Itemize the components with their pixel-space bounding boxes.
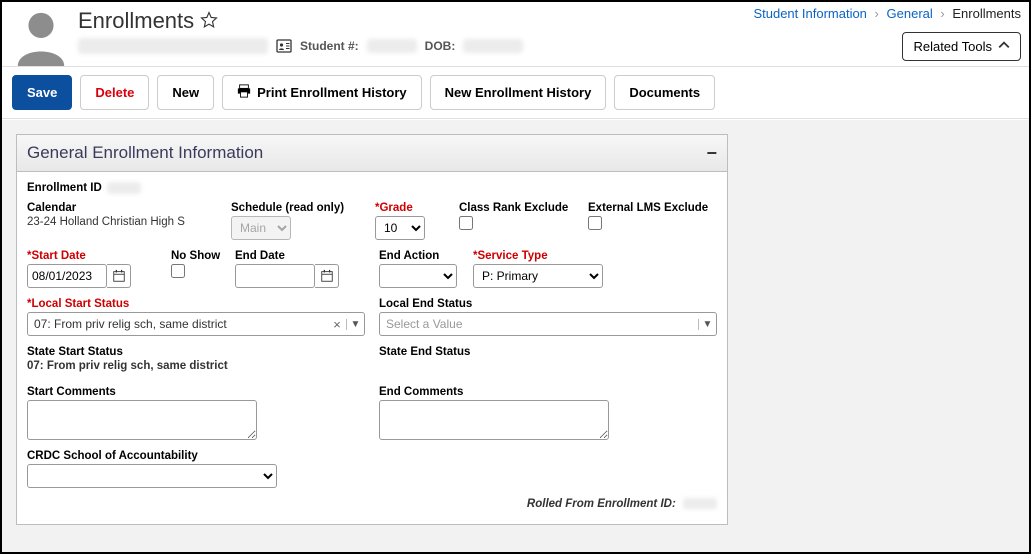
external-lms-exclude-checkbox[interactable] [588, 216, 602, 230]
schedule-label: Schedule (read only) [231, 202, 361, 214]
local-start-status-combo[interactable]: 07: From priv relig sch, same district ×… [27, 312, 365, 336]
calendar-value: 23-24 Holland Christian High S [27, 216, 217, 228]
service-type-label: *Service Type [473, 250, 603, 262]
general-enrollment-panel: General Enrollment Information − Enrollm… [16, 134, 728, 525]
local-end-status-label: Local End Status [379, 298, 717, 310]
avatar-icon [12, 8, 70, 66]
new-button[interactable]: New [157, 75, 214, 110]
print-enrollment-history-button[interactable]: Print Enrollment History [222, 75, 422, 110]
enrollment-id-redacted [107, 182, 141, 194]
collapse-icon[interactable]: − [706, 148, 717, 158]
start-date-label: *Start Date [27, 250, 157, 262]
local-end-status-combo[interactable]: Select a Value ▼ [379, 312, 717, 336]
service-type-select[interactable]: P: Primary [473, 264, 603, 288]
documents-button[interactable]: Documents [614, 75, 715, 110]
panel-title: General Enrollment Information [27, 143, 263, 163]
class-rank-exclude-checkbox[interactable] [459, 216, 473, 230]
calendar-label: Calendar [27, 202, 217, 214]
crdc-label: CRDC School of Accountability [27, 450, 277, 462]
student-number-label: Student #: [300, 39, 359, 53]
end-action-label: End Action [379, 250, 459, 262]
end-action-select[interactable] [379, 264, 457, 288]
external-lms-exclude-label: External LMS Exclude [588, 202, 708, 214]
end-date-input[interactable] [235, 264, 315, 288]
grade-label: *Grade [375, 202, 445, 214]
start-date-calendar-icon[interactable] [107, 264, 131, 288]
dob-redacted [463, 39, 523, 53]
enrollment-id-label: Enrollment ID [27, 182, 102, 194]
chevron-down-icon[interactable]: ▼ [698, 319, 716, 330]
chevron-down-icon[interactable]: ▼ [346, 319, 364, 330]
end-date-calendar-icon[interactable] [315, 264, 339, 288]
start-comments-label: Start Comments [27, 386, 365, 398]
star-icon[interactable] [200, 11, 218, 32]
student-name-redacted [78, 38, 268, 54]
end-date-label: End Date [235, 250, 365, 262]
local-start-status-label: *Local Start Status [27, 298, 365, 310]
toolbar: Save Delete New Print Enrollment History… [2, 66, 1029, 119]
end-comments-textarea[interactable] [379, 400, 609, 440]
end-comments-label: End Comments [379, 386, 717, 398]
start-date-input[interactable] [27, 264, 107, 288]
class-rank-exclude-label: Class Rank Exclude [459, 202, 574, 214]
save-button[interactable]: Save [12, 75, 72, 110]
rolled-from-label: Rolled From Enrollment ID: [27, 498, 717, 510]
state-start-status-value: 07: From priv relig sch, same district [27, 360, 365, 372]
student-number-redacted [367, 39, 417, 53]
no-show-label: No Show [171, 250, 221, 262]
crdc-select[interactable] [27, 464, 277, 488]
grade-select[interactable]: 10 [375, 216, 425, 240]
state-start-status-label: State Start Status [27, 346, 365, 358]
no-show-checkbox[interactable] [171, 264, 185, 278]
delete-button[interactable]: Delete [80, 75, 149, 110]
page-title: Enrollments [78, 8, 194, 34]
printer-icon [237, 84, 251, 101]
id-card-icon [276, 38, 292, 54]
dob-label: DOB: [425, 39, 456, 53]
state-end-status-label: State End Status [379, 346, 717, 358]
new-enrollment-history-button[interactable]: New Enrollment History [430, 75, 607, 110]
rolled-from-id-redacted [683, 498, 717, 509]
local-start-clear-icon[interactable]: × [328, 317, 346, 332]
start-comments-textarea[interactable] [27, 400, 257, 440]
schedule-select: Main [231, 216, 291, 240]
